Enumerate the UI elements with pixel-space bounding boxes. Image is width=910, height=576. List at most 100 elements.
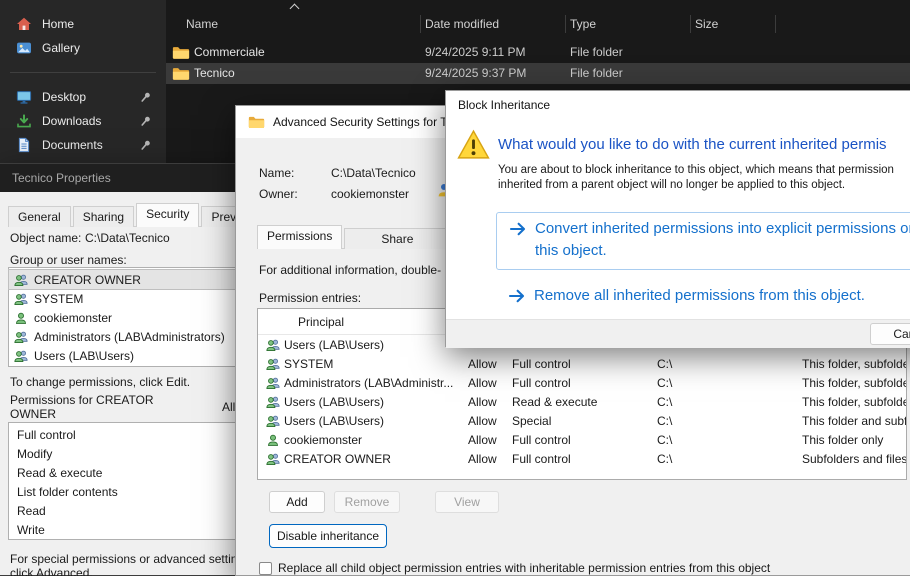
permission-entry-row[interactable]: cookiemonster Allow Full control C:\ Thi… bbox=[258, 430, 906, 449]
entry-access: Read & execute bbox=[512, 395, 657, 409]
cancel-button[interactable]: Cancel bbox=[870, 323, 910, 345]
group-icon bbox=[14, 349, 28, 363]
folder-icon bbox=[172, 66, 190, 81]
disable-inheritance-button[interactable]: Disable inheritance bbox=[269, 524, 387, 548]
convert-permissions-command-link[interactable]: Convert inherited permissions into expli… bbox=[496, 212, 910, 270]
pin-icon bbox=[140, 139, 152, 151]
permissions-for-label: OWNER bbox=[10, 407, 56, 421]
sidebar-item-desktop[interactable]: Desktop bbox=[4, 85, 162, 109]
permission-entry-row[interactable]: SYSTEM Allow Full control C:\ This folde… bbox=[258, 354, 906, 373]
dialog-title: Block Inheritance bbox=[458, 98, 550, 112]
tab-general[interactable]: General bbox=[8, 206, 71, 227]
permission-entry-row[interactable]: Administrators (LAB\Administr... Allow F… bbox=[258, 373, 906, 392]
block-dialog-heading: What would you like to do with the curre… bbox=[498, 135, 887, 155]
sidebar-item-documents[interactable]: Documents bbox=[4, 133, 162, 157]
user-icon bbox=[266, 433, 284, 447]
entry-applies-to: This folder, subfolde... bbox=[802, 395, 907, 409]
column-header-size[interactable]: Size bbox=[695, 12, 718, 36]
advanced-note: For special permissions or advanced sett… bbox=[10, 552, 253, 566]
column-divider[interactable] bbox=[775, 15, 776, 33]
permission-entry-row[interactable]: CREATOR OWNER Allow Full control C:\ Sub… bbox=[258, 449, 906, 468]
entry-inherited-from: C:\ bbox=[657, 452, 802, 466]
group-name: SYSTEM bbox=[34, 292, 83, 306]
group-icon bbox=[266, 395, 284, 409]
entry-inherited-from: C:\ bbox=[657, 395, 802, 409]
object-name-label: Object name: bbox=[10, 231, 81, 245]
entry-type: Allow bbox=[468, 414, 512, 428]
desktop-icon bbox=[16, 89, 32, 105]
tab-security[interactable]: Security bbox=[136, 203, 199, 227]
block-dialog-titlebar[interactable]: Block Inheritance bbox=[446, 91, 910, 119]
entry-access: Special bbox=[512, 414, 657, 428]
group-name: Users (LAB\Users) bbox=[34, 349, 134, 363]
entry-principal: SYSTEM bbox=[284, 357, 468, 371]
permission-entries-label: Permission entries: bbox=[259, 291, 361, 305]
name-value: C:\Data\Tecnico bbox=[331, 166, 416, 180]
entry-inherited-from: C:\ bbox=[657, 357, 802, 371]
tab-share[interactable]: Share bbox=[344, 228, 450, 249]
sidebar-item-home[interactable]: Home bbox=[4, 12, 162, 36]
entry-type: Allow bbox=[468, 376, 512, 390]
column-header-date-modified[interactable]: Date modified bbox=[425, 12, 499, 36]
group-icon bbox=[14, 292, 28, 306]
owner-label: Owner: bbox=[259, 187, 298, 201]
command-link-text: Convert inherited permissions into expli… bbox=[535, 218, 910, 240]
file-row-commerciale[interactable]: Commerciale 9/24/2025 9:11 PM File folde… bbox=[166, 42, 910, 63]
tab-sharing[interactable]: Sharing bbox=[73, 206, 134, 227]
column-divider[interactable] bbox=[420, 15, 421, 33]
group-icon bbox=[266, 452, 284, 466]
entry-inherited-from: C:\ bbox=[657, 433, 802, 447]
block-dialog-body: You are about to block inheritance to th… bbox=[498, 163, 894, 177]
sidebar-item-label: Desktop bbox=[42, 90, 86, 104]
permission-label: Read bbox=[17, 504, 46, 518]
add-button[interactable]: Add bbox=[269, 491, 325, 513]
column-divider[interactable] bbox=[690, 15, 691, 33]
edit-note: To change permissions, click Edit. bbox=[10, 375, 190, 389]
entry-inherited-from: C:\ bbox=[657, 376, 802, 390]
sidebar-item-label: Home bbox=[42, 17, 74, 31]
folder-icon bbox=[248, 115, 265, 129]
column-divider[interactable] bbox=[565, 15, 566, 33]
info-note: For additional information, double- bbox=[259, 263, 441, 277]
group-name: cookiemonster bbox=[34, 311, 112, 325]
documents-icon bbox=[16, 137, 32, 153]
group-icon bbox=[14, 273, 28, 287]
permission-entry-row[interactable]: Users (LAB\Users) Allow Special C:\ This… bbox=[258, 411, 906, 430]
permissions-for-label: Permissions for CREATOR bbox=[10, 393, 154, 407]
permission-entry-row[interactable]: Users (LAB\Users) Allow Read & execute C… bbox=[258, 392, 906, 411]
column-header-name[interactable]: Name bbox=[186, 12, 218, 36]
tab-permissions[interactable]: Permissions bbox=[257, 225, 342, 249]
pin-icon bbox=[140, 115, 152, 127]
file-row-tecnico[interactable]: Tecnico 9/24/2025 9:37 PM File folder bbox=[166, 63, 910, 84]
user-icon bbox=[14, 311, 28, 325]
group-name: Administrators (LAB\Administrators) bbox=[34, 330, 225, 344]
group-icon bbox=[14, 330, 28, 344]
entry-applies-to: Subfolders and files ... bbox=[802, 452, 907, 466]
entry-applies-to: This folder and subf... bbox=[802, 414, 907, 428]
entry-type: Allow bbox=[468, 433, 512, 447]
sidebar-item-gallery[interactable]: Gallery bbox=[4, 36, 162, 60]
group-user-names-label: Group or user names: bbox=[10, 253, 127, 267]
downloads-icon bbox=[16, 113, 32, 129]
warning-icon bbox=[457, 129, 490, 160]
column-header-type[interactable]: Type bbox=[570, 12, 596, 36]
sidebar-item-label: Documents bbox=[42, 138, 103, 152]
entry-access: Full control bbox=[512, 433, 657, 447]
dialog-title: Tecnico Properties bbox=[12, 171, 111, 185]
entry-principal: Users (LAB\Users) bbox=[284, 395, 468, 409]
owner-value: cookiemonster bbox=[331, 187, 409, 201]
advanced-note: click Advanced. bbox=[10, 566, 93, 576]
object-name-value: C:\Data\Tecnico bbox=[85, 231, 170, 245]
group-icon bbox=[266, 376, 284, 390]
replace-permissions-checkbox[interactable] bbox=[259, 562, 272, 575]
arrow-right-icon bbox=[508, 289, 526, 303]
sidebar-item-downloads[interactable]: Downloads bbox=[4, 109, 162, 133]
group-icon bbox=[266, 338, 284, 352]
entry-principal: Users (LAB\Users) bbox=[284, 338, 468, 352]
view-button[interactable]: View bbox=[435, 491, 499, 513]
remove-permissions-command-link[interactable]: Remove all inherited permissions from th… bbox=[496, 283, 910, 309]
remove-button[interactable]: Remove bbox=[334, 491, 400, 513]
name-label: Name: bbox=[259, 166, 294, 180]
permission-label: Read & execute bbox=[17, 466, 102, 480]
group-icon bbox=[266, 414, 284, 428]
